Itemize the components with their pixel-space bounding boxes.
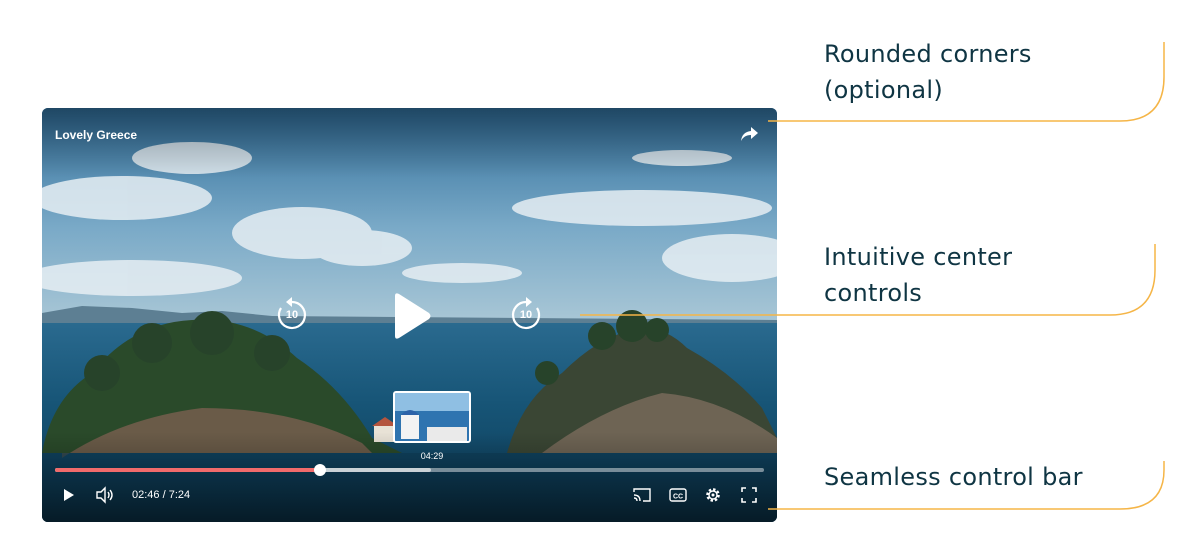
captions-icon: CC [669,488,687,502]
progress-played [55,468,321,472]
skip-back-seconds: 10 [285,309,299,321]
cast-button[interactable] [632,485,652,505]
annotation-control-bar-line1: Seamless control bar [824,463,1083,491]
annotation-center-controls-line1: Intuitive center [824,243,1013,271]
total-duration: 7:24 [168,489,191,501]
annotation-rounded-corners-line2: (optional) [824,76,943,104]
share-icon [741,127,758,141]
annotation-center-controls-line2: controls [824,279,923,307]
skip-back-button[interactable]: 10 [275,296,309,332]
bottom-gradient [42,432,777,522]
center-play-button[interactable] [389,292,433,340]
video-title: Lovely Greece [55,128,138,142]
annotation-control-bar: Seamless control bar [824,459,1083,495]
play-icon [395,293,431,339]
settings-button[interactable] [703,485,723,505]
volume-button[interactable] [95,485,115,505]
scrub-preview-thumbnail [393,391,471,443]
skip-forward-button[interactable]: 10 [509,296,543,332]
cast-icon [633,488,651,502]
settings-icon [706,488,720,502]
play-button[interactable] [62,485,76,505]
skip-forward-seconds: 10 [519,309,533,321]
annotation-rounded-corners: Rounded corners (optional) [824,36,1032,108]
captions-button[interactable]: CC [668,485,688,505]
preview-image [395,393,469,441]
fullscreen-icon [741,487,757,503]
preview-timestamp: 04:29 [420,451,444,461]
play-icon [64,489,74,501]
time-readout: 02:46 / 7:24 [132,489,190,501]
top-gradient [42,108,777,178]
annotation-center-controls: Intuitive center controls [824,239,1012,311]
progress-handle[interactable] [314,464,327,476]
share-button[interactable] [739,125,759,143]
annotation-rounded-corners-line1: Rounded corners [824,40,1032,68]
time-separator: / [162,489,166,501]
video-player[interactable]: Lovely Greece 10 10 04:29 02:46 / 7:24 C… [42,108,777,522]
volume-icon [96,486,113,504]
progress-bar[interactable] [55,464,764,476]
svg-text:CC: CC [673,494,683,501]
fullscreen-button[interactable] [739,485,759,505]
current-time: 02:46 [132,489,160,501]
